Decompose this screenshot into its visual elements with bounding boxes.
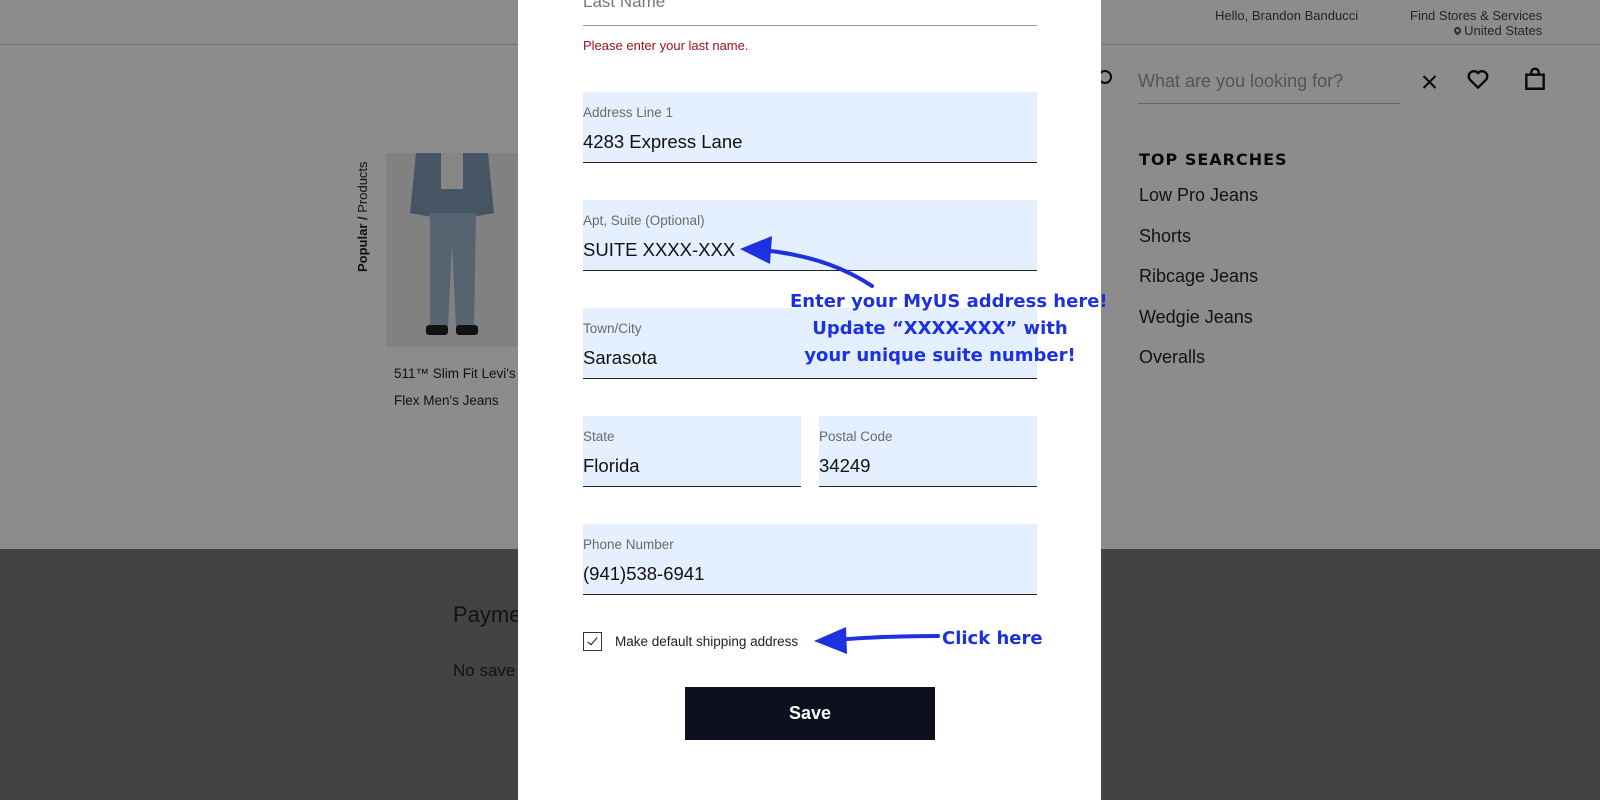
state-value[interactable]: Florida <box>583 455 640 477</box>
default-shipping-label[interactable]: Make default shipping address <box>615 634 798 649</box>
address-line-1-field[interactable]: Address Line 1 4283 Express Lane <box>583 92 1037 163</box>
apt-suite-field[interactable]: Apt, Suite (Optional) SUITE XXXX-XXX <box>583 200 1037 271</box>
address-line-1-value[interactable]: 4283 Express Lane <box>583 131 742 153</box>
last-name-error: Please enter your last name. <box>583 38 749 53</box>
town-city-label: Town/City <box>583 321 642 336</box>
annotation-line: your unique suite number! <box>804 345 1076 366</box>
save-button[interactable]: Save <box>685 687 935 740</box>
town-city-value[interactable]: Sarasota <box>583 347 657 369</box>
annotation-line: Enter your MyUS address here! <box>790 291 1108 312</box>
annotation-line: Update “XXXX-XXX” with <box>812 318 1068 339</box>
postal-code-value[interactable]: 34249 <box>819 455 870 477</box>
last-name-field[interactable]: Last Name <box>583 0 1037 26</box>
postal-code-label: Postal Code <box>819 429 893 444</box>
apt-suite-value[interactable]: SUITE XXXX-XXX <box>583 239 735 261</box>
state-field[interactable]: State Florida <box>583 416 801 487</box>
apt-suite-label: Apt, Suite (Optional) <box>583 213 705 228</box>
state-label: State <box>583 429 615 444</box>
phone-number-label: Phone Number <box>583 537 674 552</box>
postal-code-field[interactable]: Postal Code 34249 <box>819 416 1037 487</box>
address-line-1-label: Address Line 1 <box>583 105 674 120</box>
click-here-annotation: Click here <box>942 628 1043 649</box>
default-shipping-checkbox[interactable] <box>583 632 602 651</box>
suite-annotation: Enter your MyUS address here! Update “XX… <box>790 288 1108 369</box>
phone-number-field[interactable]: Phone Number (941)538-6941 <box>583 524 1037 595</box>
phone-number-value[interactable]: (941)538-6941 <box>583 563 704 585</box>
last-name-label: Last Name <box>583 0 666 11</box>
